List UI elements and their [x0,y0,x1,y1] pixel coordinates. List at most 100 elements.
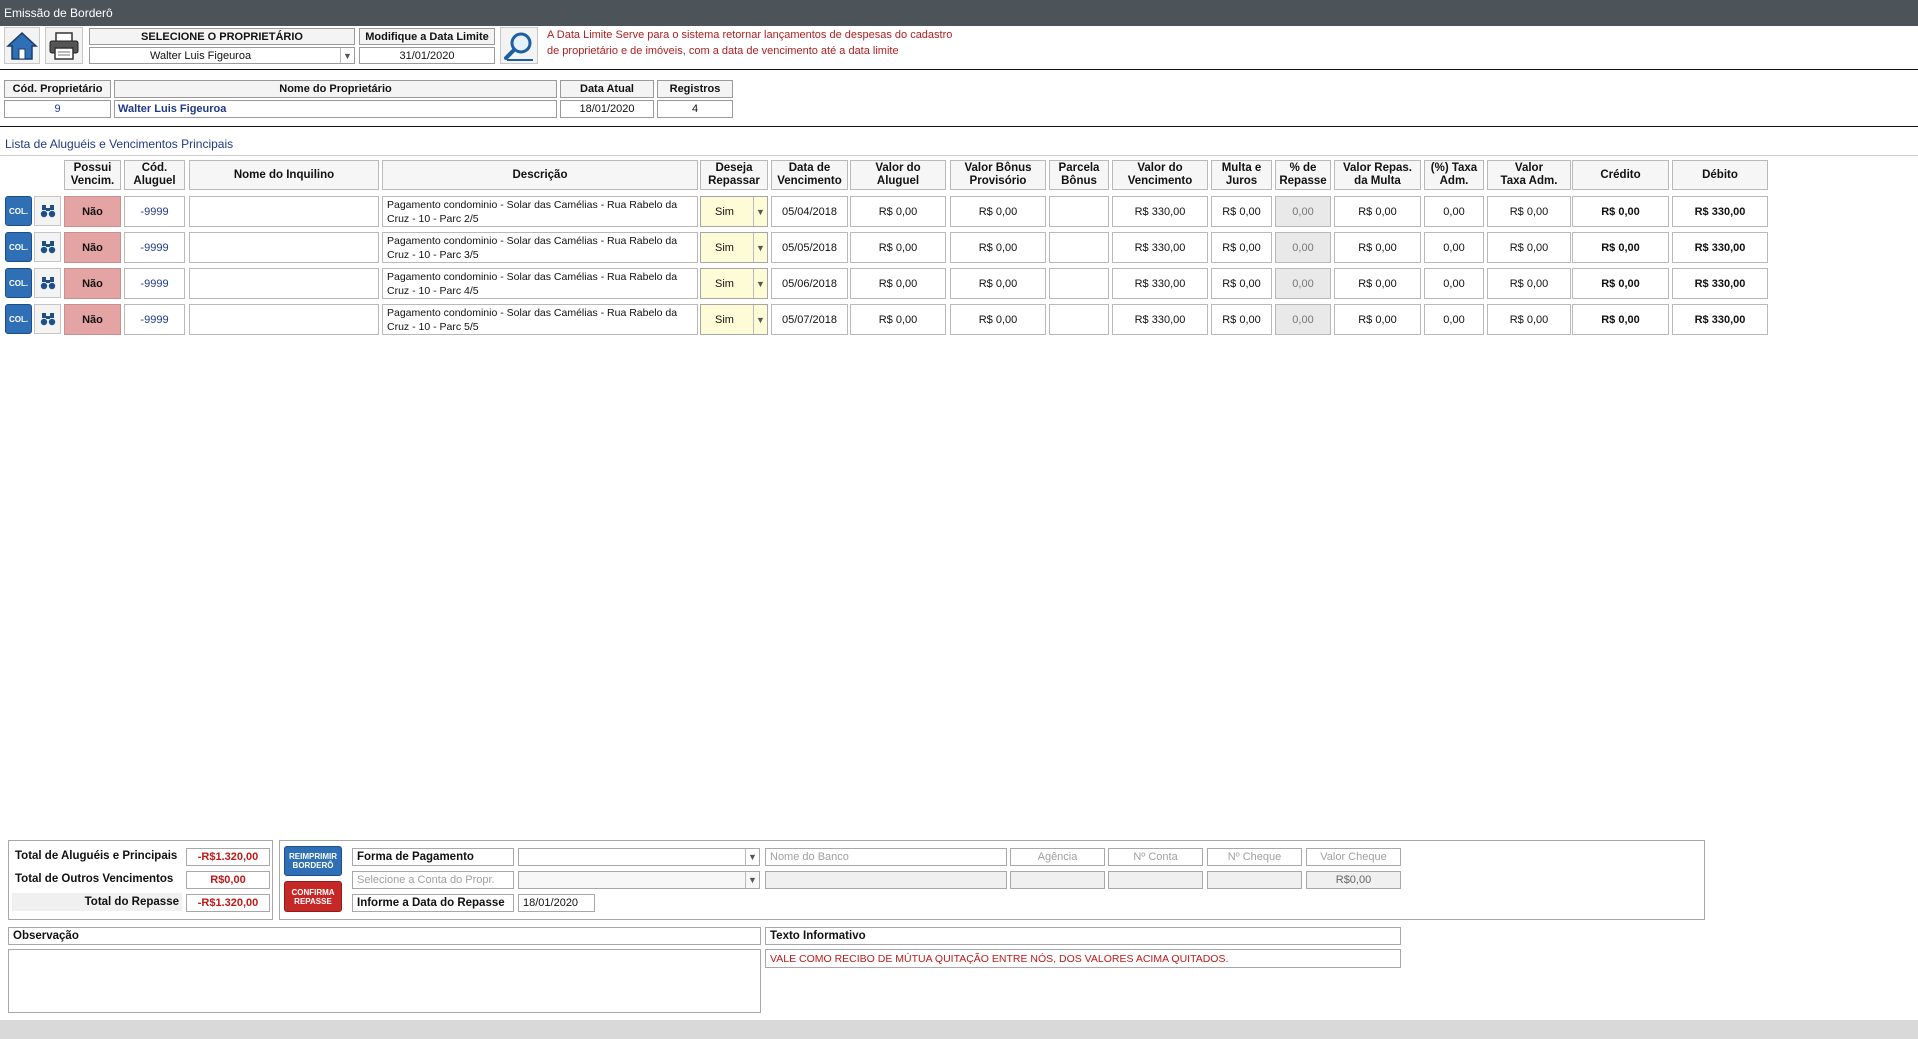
column-header: Valor Taxa Adm. [1487,160,1571,190]
credit-cell: R$ 0,00 [1572,268,1669,299]
bank-name-field[interactable] [765,871,1007,889]
tenant-name-cell[interactable] [189,196,379,227]
bonus-value-cell: R$ 0,00 [950,268,1046,299]
due-value-cell: R$ 330,00 [1112,196,1208,227]
payment-method-label: Forma de Pagamento [352,848,514,866]
total-rent-value: -R$1.320,00 [186,848,270,866]
col-button[interactable]: COL. [5,304,32,334]
description-cell: Pagamento condominio - Solar das Camélia… [382,304,698,335]
agency-field[interactable] [1010,871,1105,889]
info-text-value[interactable]: VALE COMO RECIBO DE MÚTUA QUITAÇÃO ENTRE… [765,949,1401,968]
rent-value-cell: R$ 0,00 [850,268,946,299]
bonus-installment-cell [1049,268,1109,299]
chevron-down-icon[interactable]: ▼ [753,197,767,226]
description-cell: Pagamento condominio - Solar das Camélia… [382,268,698,299]
bonus-value-cell: R$ 0,00 [950,196,1046,227]
fine-interest-cell: R$ 0,00 [1211,268,1272,299]
transfer-select-value: Sim [715,277,734,290]
due-date-cell: 05/06/2018 [771,268,848,299]
rent-code-cell: -9999 [124,196,185,227]
view-button[interactable] [34,304,61,334]
column-header: Valor Repas. da Multa [1334,160,1421,190]
transfer-select[interactable]: Sim ▼ [700,232,768,263]
column-header: Cód. Aluguel [124,160,185,190]
has-due-cell: Não [64,304,121,335]
view-button[interactable] [34,196,61,226]
chevron-down-icon[interactable]: ▼ [745,872,759,888]
column-header: % de Repasse [1275,160,1331,190]
rentals-grid: Possui Vencim. Cód. Aluguel Nome do Inquil… [0,0,1918,340]
rent-value-cell: R$ 0,00 [850,196,946,227]
check-number-field[interactable] [1207,871,1302,889]
due-value-cell: R$ 330,00 [1112,232,1208,263]
fine-interest-cell: R$ 0,00 [1211,232,1272,263]
admin-fee-pct-cell: 0,00 [1424,196,1484,227]
transfer-select-value: Sim [715,241,734,254]
account-select[interactable]: ▼ [518,871,760,889]
reprint-button[interactable]: REIMPRIMIR BORDERÔ [284,846,342,876]
agency-input[interactable]: Agência [1010,848,1105,866]
tenant-name-cell[interactable] [189,268,379,299]
rent-value-cell: R$ 0,00 [850,304,946,335]
bonus-installment-cell [1049,232,1109,263]
has-due-cell: Não [64,232,121,263]
due-value-cell: R$ 330,00 [1112,304,1208,335]
transfer-select-value: Sim [715,313,734,326]
check-number-input[interactable]: Nº Cheque [1207,848,1302,866]
chevron-down-icon[interactable]: ▼ [753,305,767,334]
chevron-down-icon[interactable]: ▼ [753,269,767,298]
status-bar [0,1020,1918,1039]
tenant-name-cell[interactable] [189,304,379,335]
bank-name-input[interactable]: Nome do Banco [765,848,1007,866]
column-header: Valor do Vencimento [1112,160,1208,190]
admin-fee-pct-cell: 0,00 [1424,268,1484,299]
tenant-name-cell[interactable] [189,232,379,263]
column-header: Nome do Inquilino [189,160,379,190]
fine-transfer-cell: R$ 0,00 [1334,304,1421,335]
account-number-input[interactable]: Nº Conta [1108,848,1203,866]
column-header: Valor do Aluguel [850,160,946,190]
account-number-field[interactable] [1108,871,1203,889]
transfer-pct-cell: 0,00 [1275,196,1331,227]
description-cell: Pagamento condominio - Solar das Camélia… [382,232,698,263]
col-button[interactable]: COL. [5,232,32,262]
column-header: Deseja Repassar [700,160,768,190]
credit-cell: R$ 0,00 [1572,304,1669,335]
bonus-installment-cell [1049,304,1109,335]
transfer-date-input[interactable]: 18/01/2020 [518,894,595,912]
description-cell: Pagamento condominio - Solar das Camélia… [382,196,698,227]
check-value-field[interactable]: R$0,00 [1306,871,1401,889]
binoculars-icon [40,241,55,254]
column-header: Crédito [1572,160,1669,190]
col-button[interactable]: COL. [5,268,32,298]
observation-label: Observação [8,927,761,945]
view-button[interactable] [34,268,61,298]
transfer-select[interactable]: Sim ▼ [700,304,768,335]
info-text-label: Texto Informativo [765,927,1401,945]
binoculars-icon [40,277,55,290]
debit-cell: R$ 330,00 [1672,196,1768,227]
has-due-cell: Não [64,196,121,227]
due-value-cell: R$ 330,00 [1112,268,1208,299]
view-button[interactable] [34,232,61,262]
transfer-select-value: Sim [715,205,734,218]
payment-method-select[interactable]: ▼ [518,848,760,866]
col-button[interactable]: COL. [5,196,32,226]
column-header: Multa e Juros [1211,160,1272,190]
total-transfer-value: -R$1.320,00 [186,894,270,912]
debit-cell: R$ 330,00 [1672,232,1768,263]
due-date-cell: 05/05/2018 [771,232,848,263]
transfer-select[interactable]: Sim ▼ [700,268,768,299]
observation-textarea[interactable] [8,949,761,1013]
column-header: Possui Vencim. [64,160,121,190]
check-value-input[interactable]: Valor Cheque [1306,848,1401,866]
fine-interest-cell: R$ 0,00 [1211,196,1272,227]
debit-cell: R$ 330,00 [1672,268,1768,299]
chevron-down-icon[interactable]: ▼ [745,849,759,865]
chevron-down-icon[interactable]: ▼ [753,233,767,262]
fine-transfer-cell: R$ 0,00 [1334,232,1421,263]
transfer-select[interactable]: Sim ▼ [700,196,768,227]
bonus-installment-cell [1049,196,1109,227]
confirm-button[interactable]: CONFIRMA REPASSE [284,881,342,912]
fine-interest-cell: R$ 0,00 [1211,304,1272,335]
